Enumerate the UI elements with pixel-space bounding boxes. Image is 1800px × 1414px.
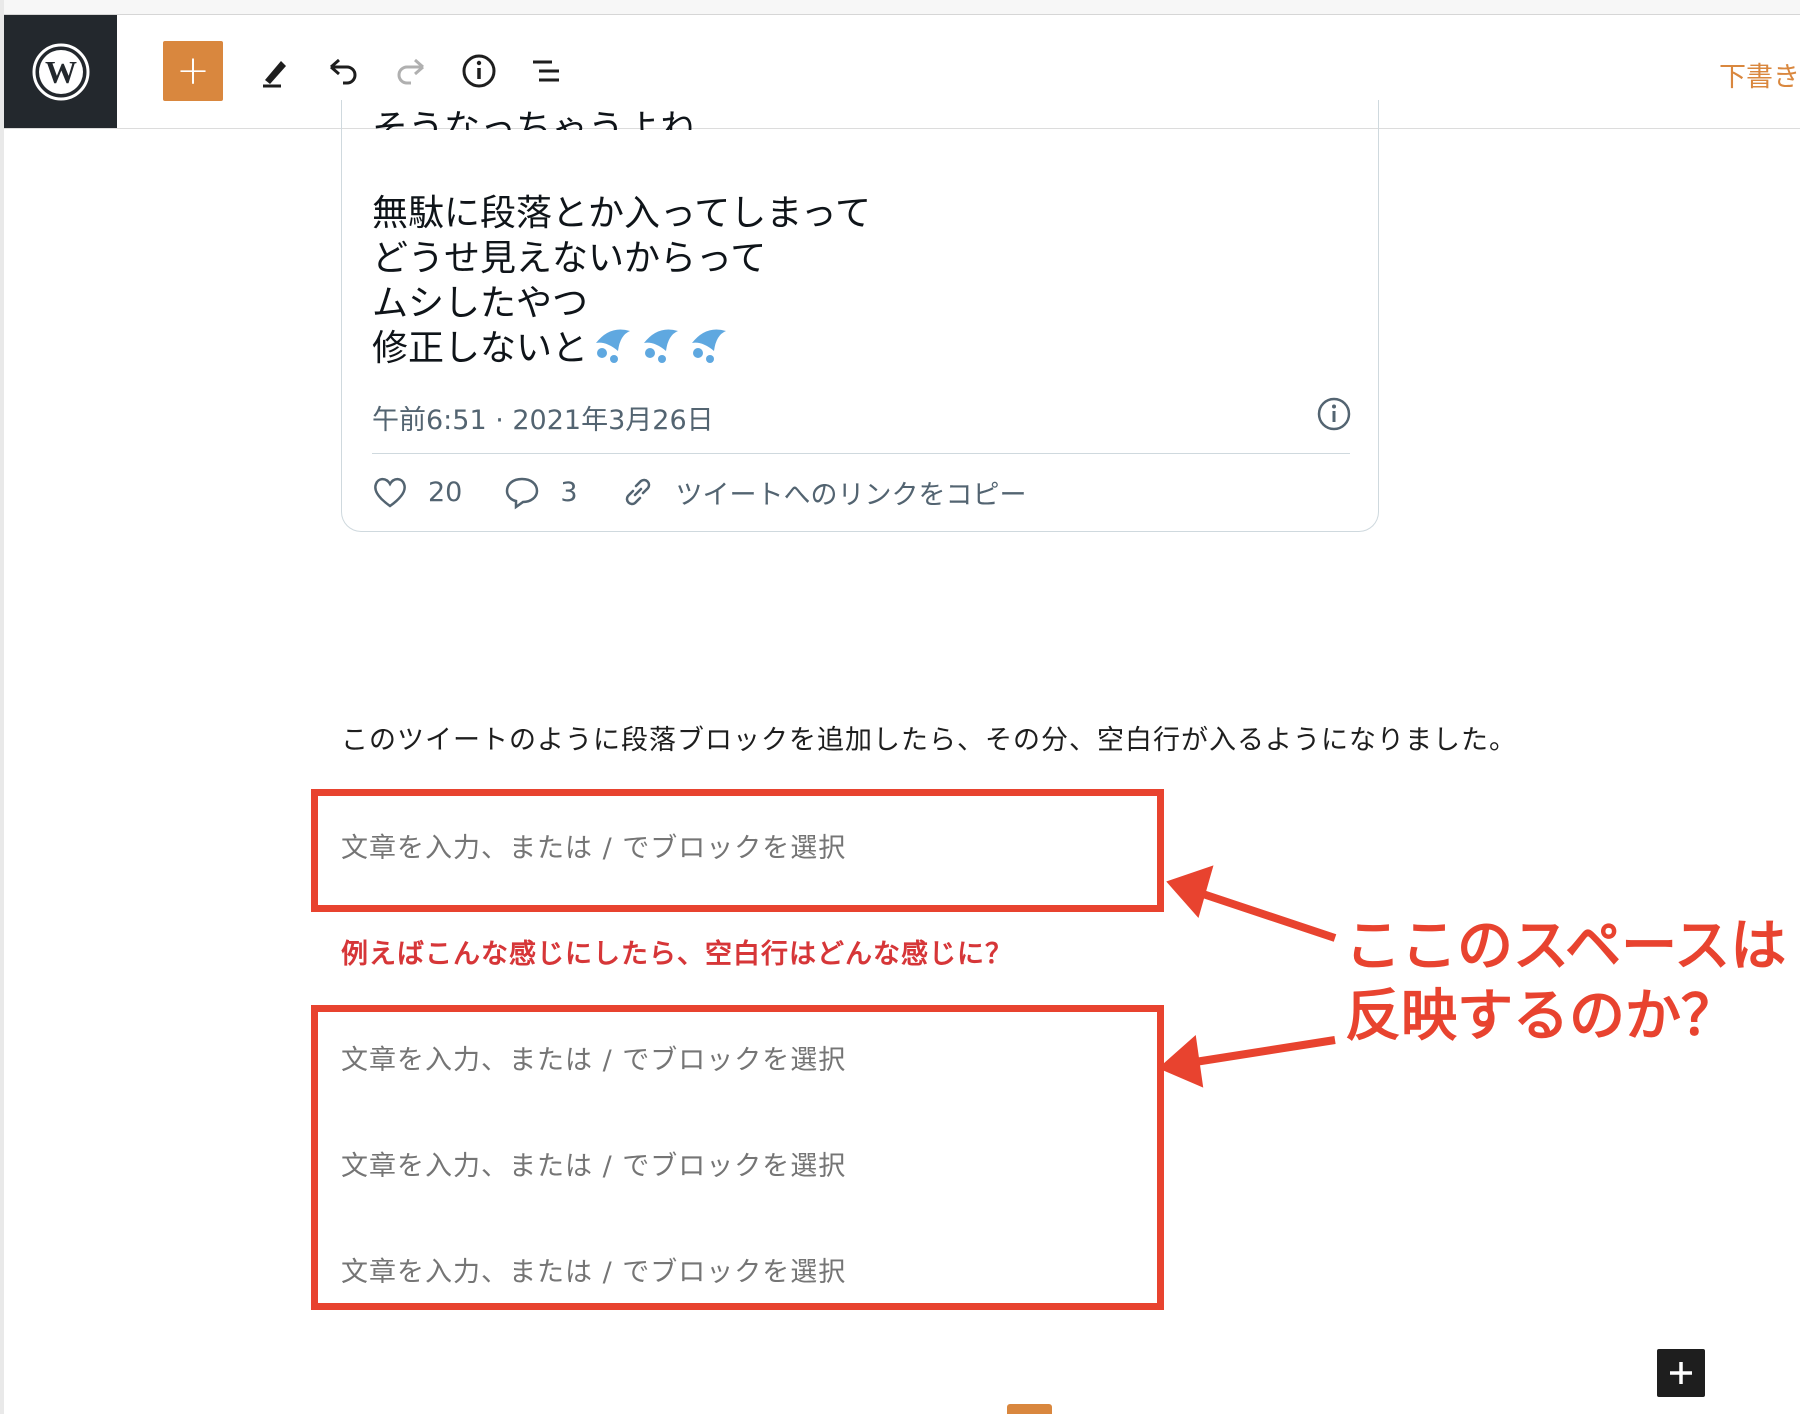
add-block-inline-button[interactable]: [1657, 1349, 1705, 1397]
annotation-arrows: [1158, 865, 1337, 1088]
block-appender-tab[interactable]: [1007, 1404, 1052, 1414]
annotation-line: 反映するのか？: [1345, 984, 1737, 1049]
plus-icon: [1670, 1362, 1692, 1384]
annotation-callout: ここのスペースは 反映するのか？: [1345, 912, 1786, 1052]
annotation-line: ここのスペースは: [1345, 914, 1787, 979]
